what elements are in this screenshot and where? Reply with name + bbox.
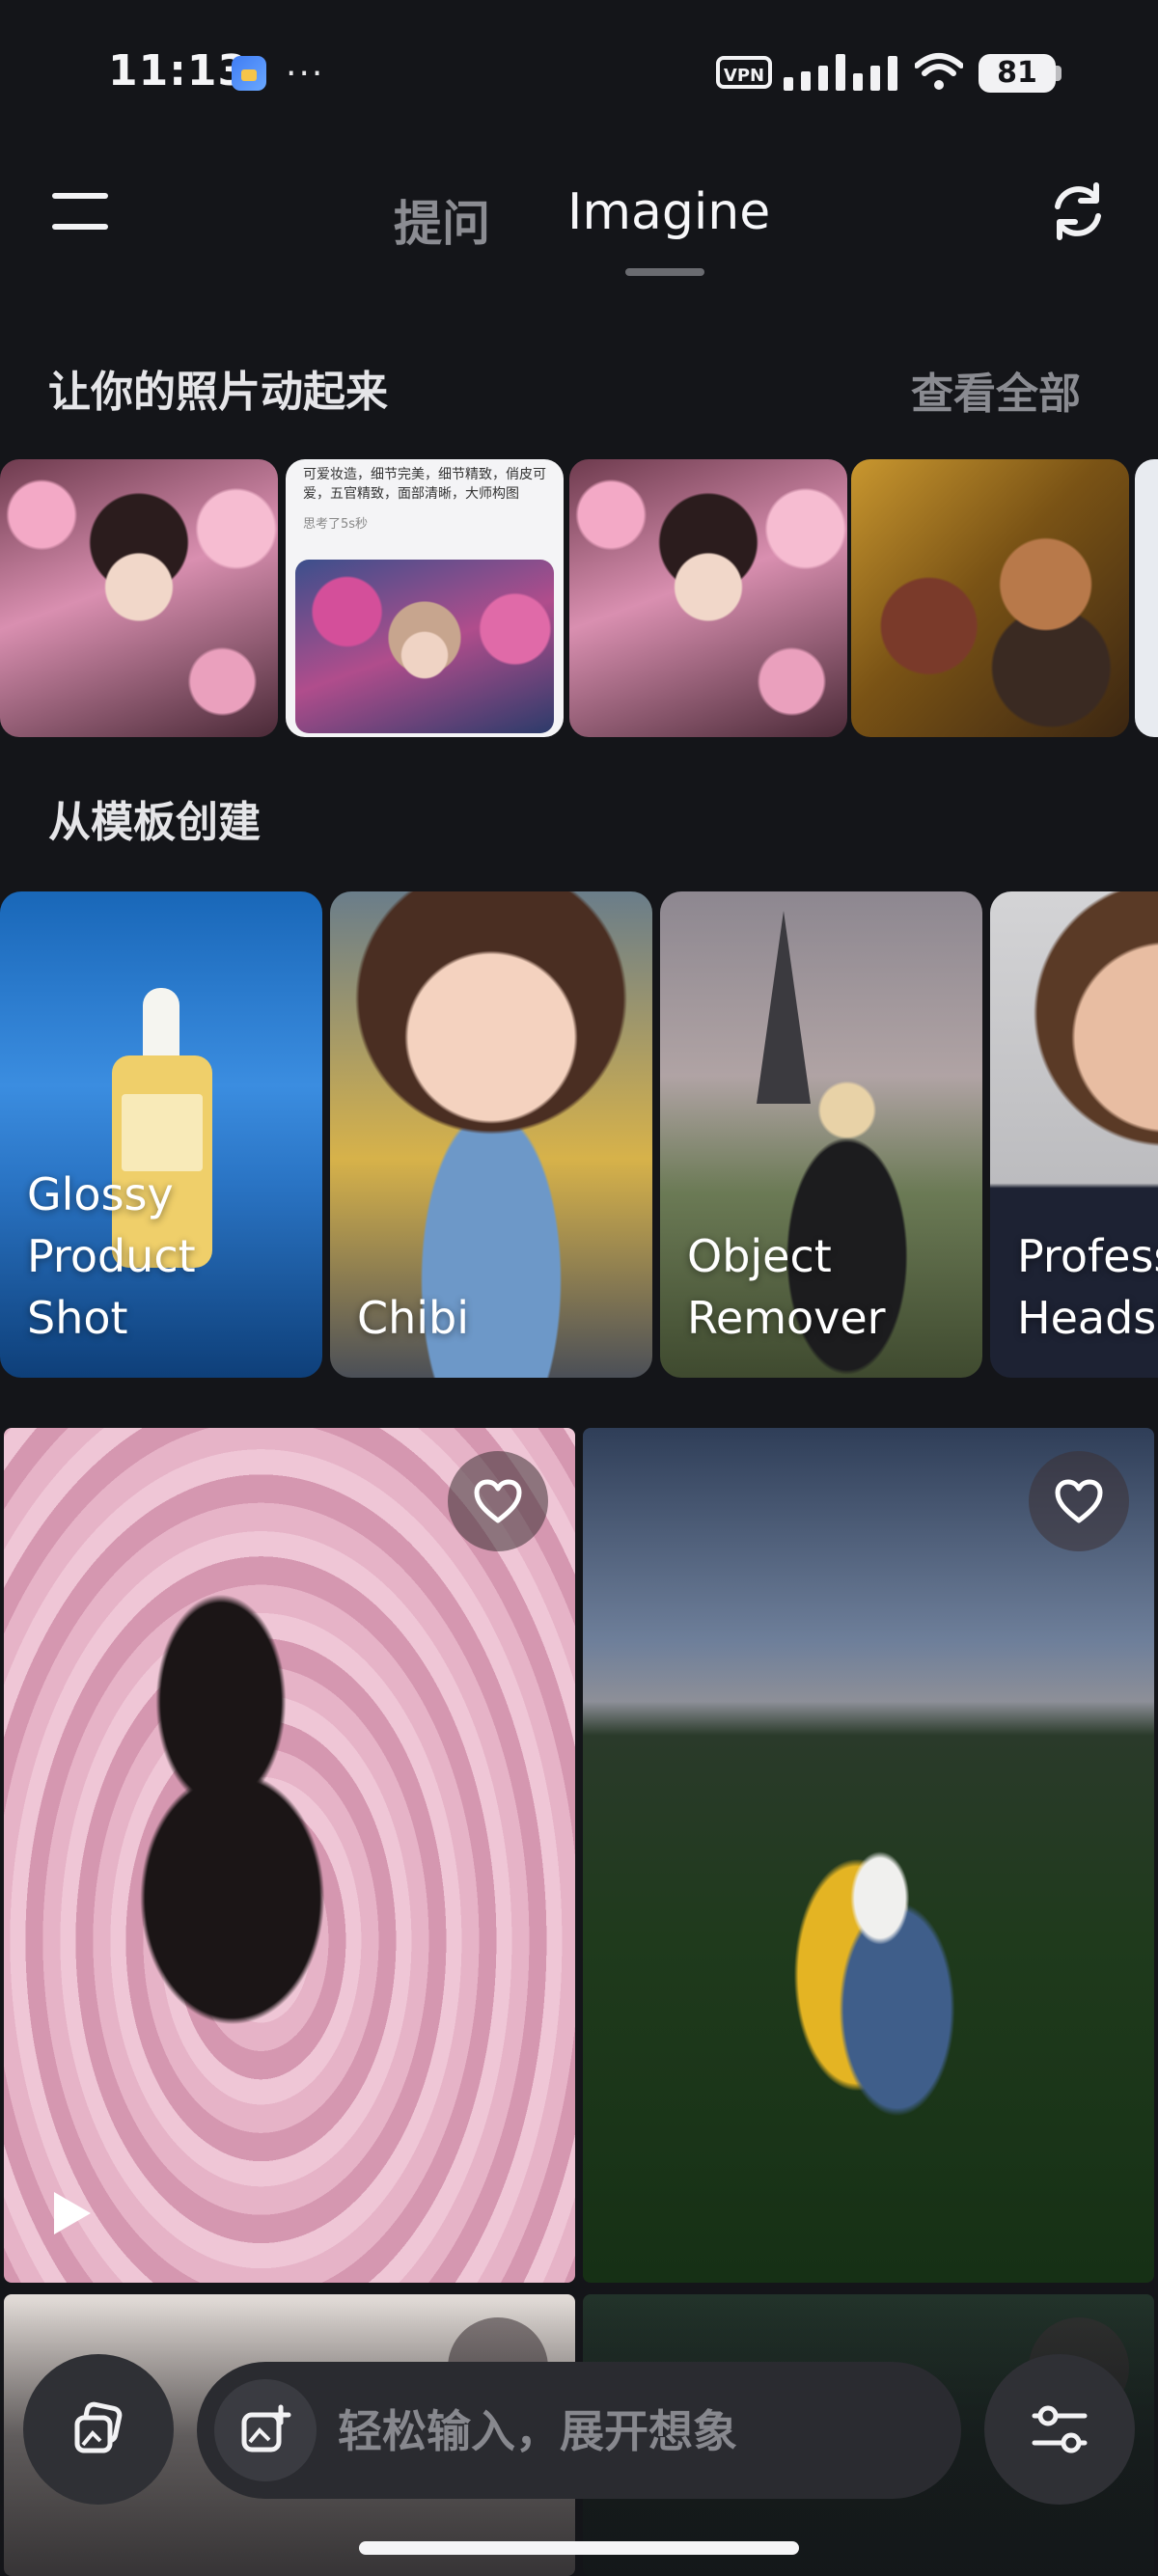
vpn-icon: VPN [716,56,772,89]
like-button[interactable] [448,1451,548,1551]
thumbnail-thinking-label: 思考了5s秒 [303,517,369,532]
animate-thumbnail[interactable] [851,459,1129,737]
animate-thumbnail[interactable] [1135,459,1158,737]
gallery-app-icon [232,56,266,91]
stacked-images-icon [74,2401,123,2453]
prompt-placeholder: 轻松输入，展开想象 [338,2405,737,2457]
animate-thumbnail[interactable] [569,459,847,737]
template-card-professional-headshot[interactable]: Profess Headsh [990,891,1158,1378]
wifi-icon [915,53,963,90]
thumbnail-chat-image [295,560,554,733]
animate-thumbnail[interactable]: 可爱妆造，细节完美，细节精致，俏皮可爱，五官精致，面部清晰，大师构图 思考了5s… [286,459,564,737]
signal-icon [784,54,897,91]
template-label: Glossy Product Shot [27,1168,196,1344]
home-indicator[interactable] [359,2541,799,2555]
play-icon[interactable] [54,2192,91,2234]
eiffel-tower-image [757,911,811,1104]
template-label: Object Remover [687,1230,886,1344]
active-tab-indicator [625,268,704,276]
gallery-button[interactable] [23,2354,174,2505]
see-all-link[interactable]: 查看全部 [911,359,1081,421]
sliders-icon [1032,2405,1088,2453]
template-card-glossy-product-shot[interactable]: Glossy Product Shot [0,891,322,1378]
template-row: Glossy Product Shot Chibi Object Remover… [0,891,1158,1378]
tab-imagine[interactable]: Imagine [567,183,770,241]
prompt-input[interactable]: 轻松输入，展开想象 [197,2362,961,2499]
heart-icon [474,1479,522,1523]
template-card-chibi[interactable]: Chibi [330,891,652,1378]
status-time: 11:13 [108,46,249,96]
template-label: Chibi [357,1292,470,1344]
settings-button[interactable] [984,2354,1135,2505]
heart-icon [1055,1479,1103,1523]
feed-image-swing[interactable] [583,1428,1154,2283]
battery-tip [1056,66,1062,81]
feed-video-panther[interactable] [4,1428,575,2283]
template-label: Profess Headsh [1017,1230,1158,1344]
tab-ask[interactable]: 提问 [394,185,490,255]
battery-icon: 81 [979,54,1056,93]
menu-icon[interactable] [52,189,110,233]
template-card-object-remover[interactable]: Object Remover [660,891,982,1378]
add-image-button[interactable] [214,2379,317,2481]
thumbnail-chat-text: 可爱妆造，细节完美，细节精致，俏皮可爱，五官精致，面部清晰，大师构图 [303,467,546,502]
add-image-icon [241,2404,291,2453]
template-section-title: 从模板创建 [48,798,261,847]
like-button[interactable] [1029,1451,1129,1551]
animate-thumbnail-row: 可爱妆造，细节完美，细节精致，俏皮可爱，五官精致，面部清晰，大师构图 思考了5s… [0,459,1158,739]
animate-section-title: 让你的照片动起来 [48,368,388,417]
more-notifications-icon: ··· [286,54,325,94]
animate-thumbnail[interactable] [0,459,278,737]
refresh-icon[interactable] [1048,181,1108,241]
